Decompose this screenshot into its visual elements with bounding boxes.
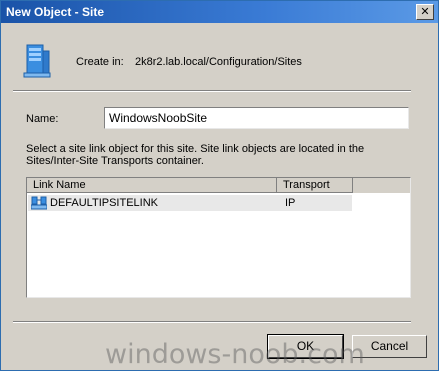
separator — [13, 321, 411, 323]
site-link-icon — [31, 196, 47, 210]
watermark-text: windows-noob.com — [105, 339, 365, 370]
instructions-text: Select a site link object for this site.… — [26, 143, 365, 167]
close-icon: ✕ — [420, 5, 430, 18]
name-label: Name: — [26, 113, 59, 125]
table-row[interactable]: DEFAULTIPSITELINK IP — [28, 195, 352, 211]
create-in-path: 2k8r2.lab.local/Configuration/Sites — [135, 56, 302, 68]
name-input[interactable]: WindowsNoobSite — [104, 107, 409, 129]
separator — [13, 90, 411, 92]
site-link-list[interactable]: Link Name Transport DEFAULTIPSITELINK IP — [26, 177, 411, 298]
row-link-name: DEFAULTIPSITELINK — [50, 197, 158, 209]
title-bar[interactable]: New Object - Site ✕ — [1, 1, 438, 23]
new-object-site-dialog: New Object - Site ✕ Create in: 2k8r2.lab… — [0, 0, 439, 371]
column-header-transport[interactable]: Transport — [277, 178, 353, 193]
create-in-label: Create in: — [76, 56, 124, 68]
column-header-link-name[interactable]: Link Name — [27, 178, 277, 193]
list-header: Link Name Transport — [27, 178, 410, 193]
site-object-icon — [23, 44, 51, 78]
window-title: New Object - Site — [6, 5, 105, 19]
row-transport: IP — [285, 197, 296, 209]
close-button[interactable]: ✕ — [416, 4, 434, 20]
